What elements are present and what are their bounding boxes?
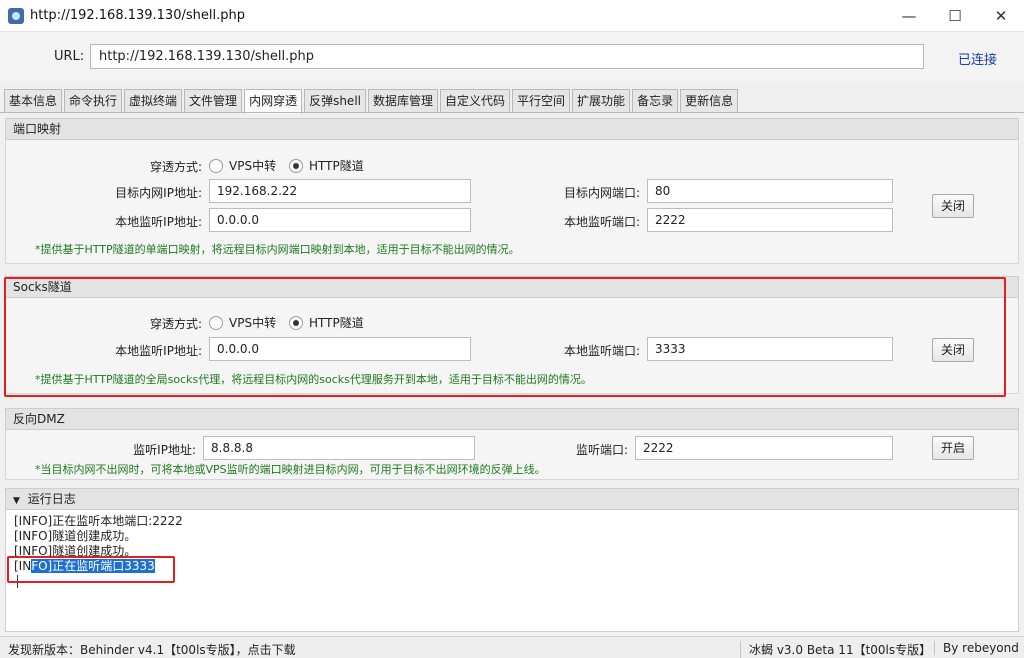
log-line: [INFO]正在监听本地端口:2222 [14, 514, 183, 528]
tab-parallel-space[interactable]: 平行空间 [512, 89, 571, 113]
pm-radio-vps-label: VPS中转 [229, 159, 277, 173]
pm-radio-vps[interactable]: VPS中转 [209, 157, 276, 174]
author-label: By rebeyond [934, 641, 1019, 655]
tab-updates[interactable]: 更新信息 [680, 89, 739, 113]
pm-note: *提供基于HTTP隧道的单端口映射，将远程目标内网端口映射到本地，适用于目标不能… [35, 243, 520, 256]
window-controls: — ☐ ✕ [886, 0, 1024, 32]
app-icon [8, 7, 24, 24]
dmz-port-input[interactable] [635, 436, 893, 460]
maximize-icon[interactable]: ☐ [932, 0, 978, 32]
tab-database[interactable]: 数据库管理 [368, 89, 439, 113]
log-line: [INFO]隧道创建成功。 [14, 529, 137, 543]
tab-intranet-tunnel[interactable]: 内网穿透 [244, 89, 303, 114]
tab-bar: 基本信息 命令执行 虚拟终端 文件管理 内网穿透 反弹shell 数据库管理 自… [4, 89, 740, 114]
url-row: URL: 已连接 [0, 32, 1024, 82]
radio-on-icon [289, 158, 303, 173]
pm-target-port-label: 目标内网端口: [563, 186, 640, 200]
tab-memo[interactable]: 备忘录 [632, 89, 679, 113]
title-bar: http://192.168.139.130/shell.php — ☐ ✕ [0, 0, 1024, 32]
log-header[interactable]: ▼ 运行日志 [5, 488, 1019, 510]
pm-target-ip-label: 目标内网IP地址: [115, 186, 202, 200]
tab-reverse-shell[interactable]: 反弹shell [304, 89, 366, 113]
version-label: 冰蝎 v3.0 Beta 11【t00ls专版】 [740, 641, 931, 658]
pm-local-port-input[interactable] [647, 208, 893, 232]
connection-status: 已连接 [958, 53, 998, 68]
tab-command-exec[interactable]: 命令执行 [64, 89, 123, 113]
dmz-ip-label: 监听IP地址: [133, 443, 196, 457]
pm-local-ip-input[interactable] [209, 208, 471, 232]
port-mapping-panel: 穿透方式: VPS中转 HTTP隧道 目标内网IP地址: 目标内网端口: 本地监… [5, 140, 1019, 264]
tab-extensions[interactable]: 扩展功能 [572, 89, 631, 113]
dmz-ip-input[interactable] [203, 436, 475, 460]
dmz-start-button[interactable]: 开启 [932, 436, 975, 460]
pm-radio-http[interactable]: HTTP隧道 [289, 157, 364, 174]
dmz-panel: 监听IP地址: 监听端口: 开启 *当目标内网不出网时，可将本地或VPS监听的端… [5, 430, 1019, 480]
socks-highlight-box [4, 277, 1006, 397]
pm-target-ip-input[interactable] [209, 179, 471, 203]
window-title: http://192.168.139.130/shell.php [30, 8, 245, 23]
tab-divider [0, 112, 1024, 113]
tab-basic-info[interactable]: 基本信息 [4, 89, 63, 113]
pm-local-port-label: 本地监听端口: [563, 215, 640, 229]
pm-local-ip-label: 本地监听IP地址: [115, 215, 202, 229]
tab-custom-code[interactable]: 自定义代码 [440, 89, 511, 113]
tab-virtual-terminal[interactable]: 虚拟终端 [124, 89, 183, 113]
dmz-title: 反向DMZ [5, 408, 1019, 430]
log-highlight-box [7, 556, 175, 583]
pm-target-port-input[interactable] [647, 179, 893, 203]
dmz-port-label: 监听端口: [575, 443, 628, 457]
dmz-note: *当目标内网不出网时，可将本地或VPS监听的端口映射进目标内网，可用于目标不出网… [35, 463, 546, 476]
collapse-triangle-icon[interactable]: ▼ [13, 491, 20, 511]
url-label: URL: [54, 49, 85, 64]
pm-radio-http-label: HTTP隧道 [309, 159, 364, 173]
minimize-icon[interactable]: — [886, 0, 932, 32]
url-input[interactable] [90, 44, 924, 69]
pm-close-button[interactable]: 关闭 [932, 194, 975, 218]
update-notice[interactable]: 发现新版本：Behinder v4.1【t00ls专版】，点击下载 [8, 641, 296, 658]
status-bar: 发现新版本：Behinder v4.1【t00ls专版】，点击下载 冰蝎 v3.… [0, 636, 1024, 658]
radio-off-icon [209, 158, 223, 173]
close-icon[interactable]: ✕ [978, 0, 1024, 32]
log-title: 运行日志 [27, 492, 76, 506]
port-mapping-title: 端口映射 [5, 118, 1019, 140]
pm-mode-label: 穿透方式: [149, 160, 202, 174]
tab-file-manager[interactable]: 文件管理 [184, 89, 243, 113]
